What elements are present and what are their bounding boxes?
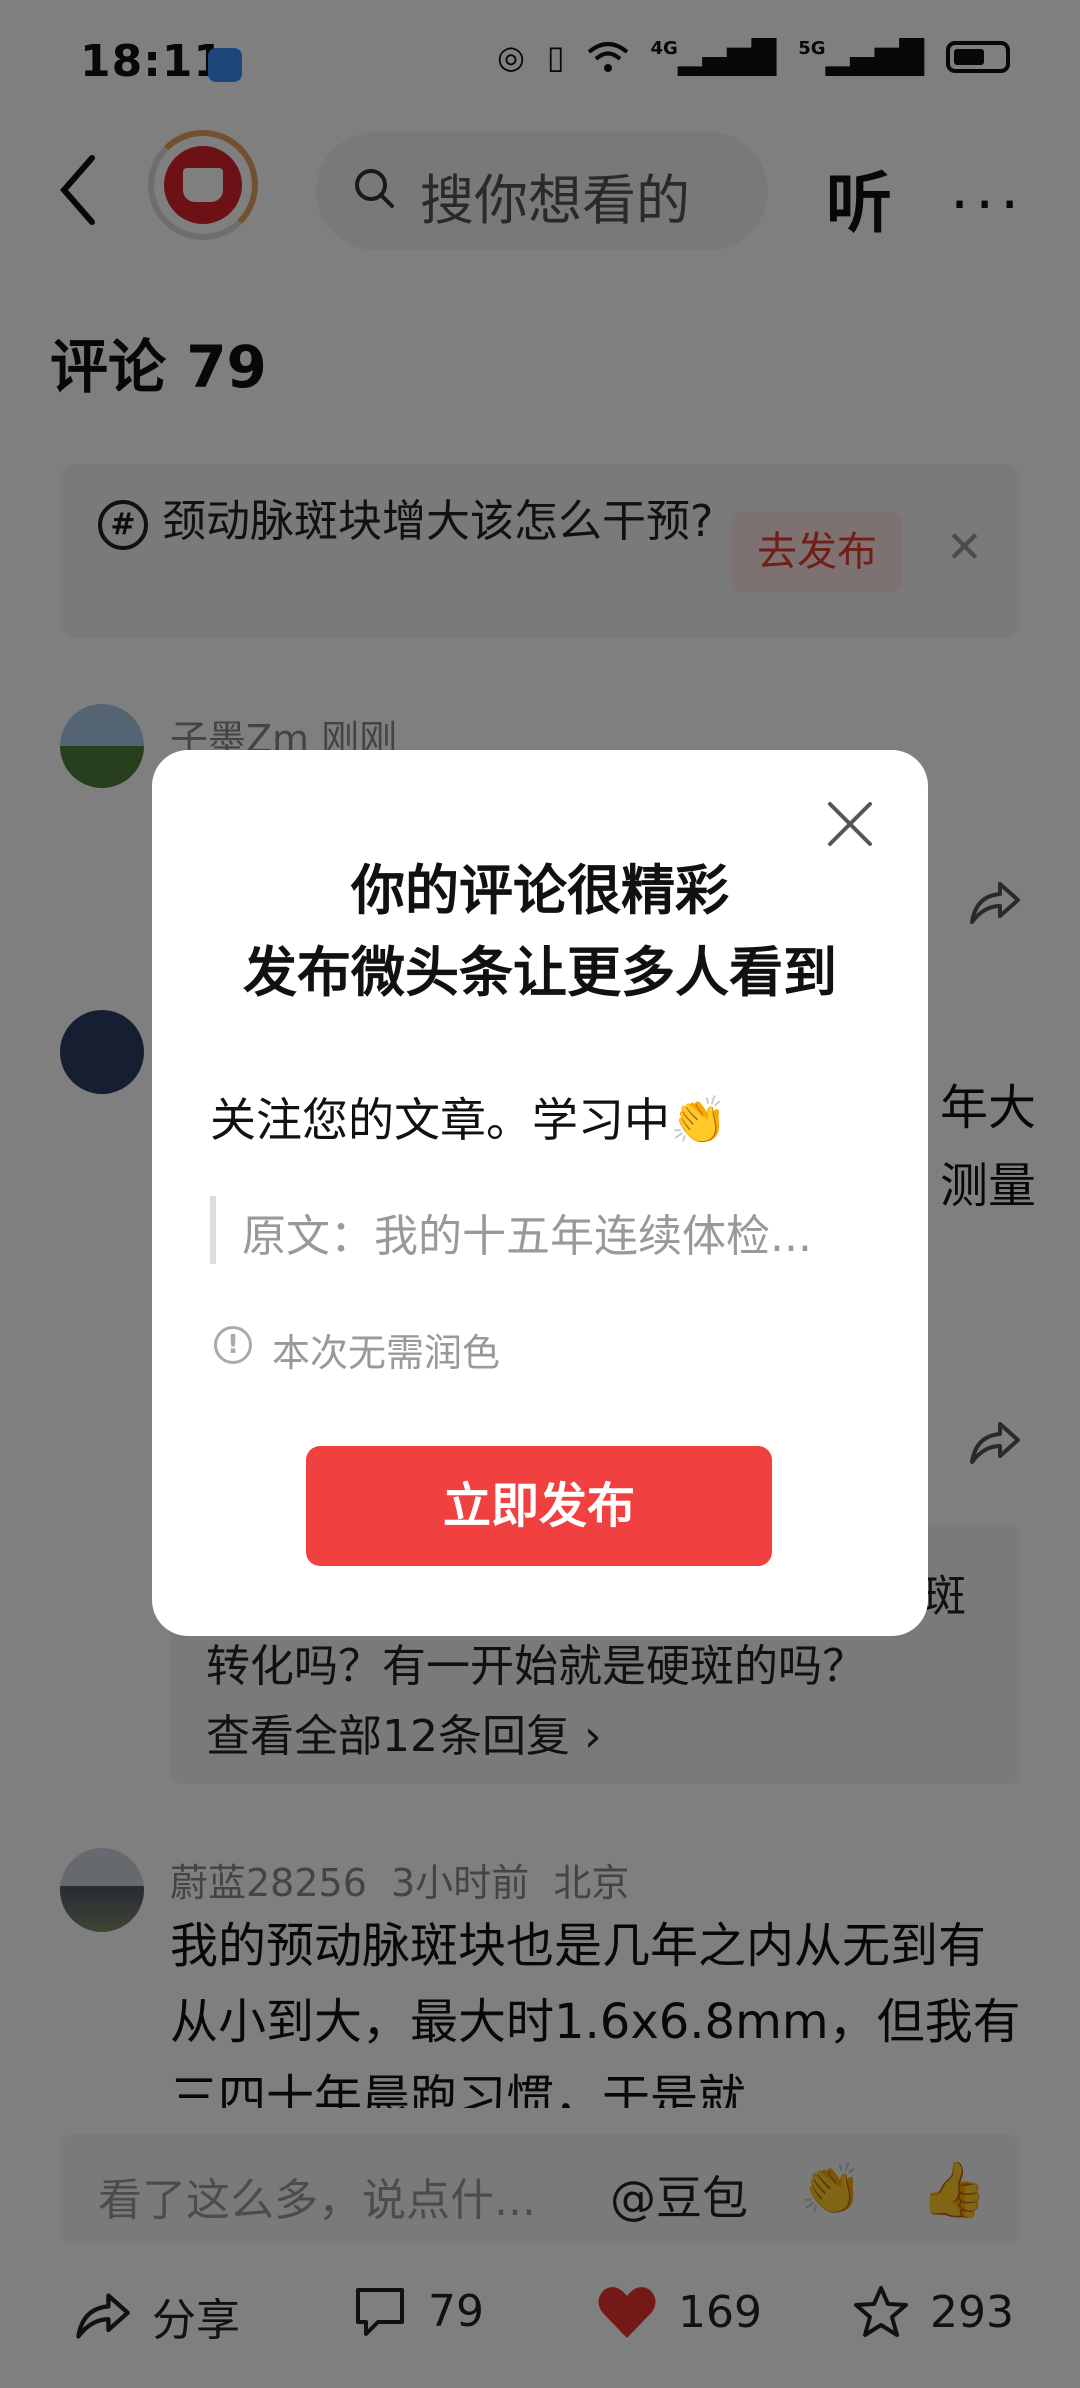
- dialog-title: 你的评论很精彩 发布微头条让更多人看到: [152, 850, 928, 1014]
- quote-bar: [210, 1196, 216, 1264]
- dialog-title-line1: 你的评论很精彩: [351, 859, 729, 922]
- dialog-quote: 原文：我的十五年连续体检...: [242, 1211, 812, 1262]
- publish-now-button[interactable]: 立即发布: [306, 1446, 772, 1566]
- info-icon: !: [214, 1326, 252, 1364]
- dialog-info-text: 本次无需润色: [272, 1331, 501, 1375]
- close-icon[interactable]: [822, 796, 878, 852]
- dialog-title-line2: 发布微头条让更多人看到: [243, 941, 837, 1004]
- dialog-comment-text: 关注您的文章。学习中👏: [210, 1093, 728, 1147]
